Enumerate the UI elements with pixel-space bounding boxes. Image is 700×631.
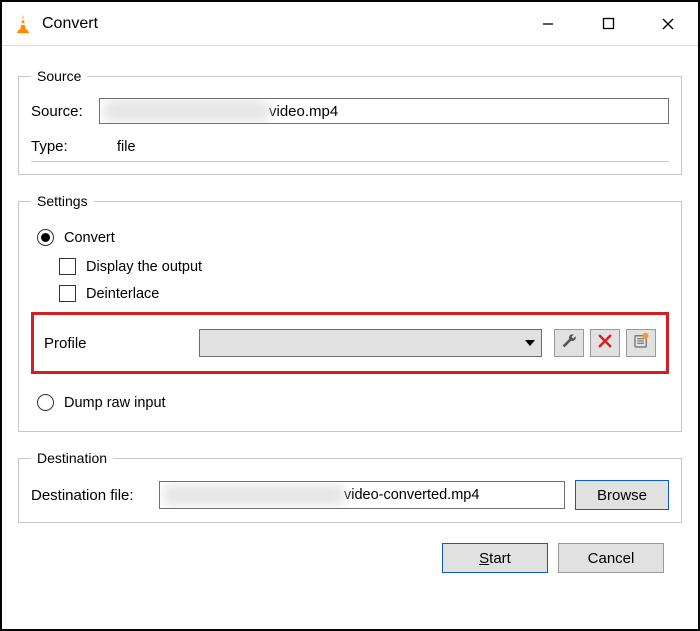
vlc-cone-icon [12,13,34,35]
destination-file-label: Destination file: [31,487,159,504]
edit-profile-button[interactable] [554,329,584,357]
wrench-icon [560,332,578,354]
checkbox-icon [59,285,76,302]
dump-raw-label: Dump raw input [64,395,166,411]
source-path-value: video.mp4 [269,103,338,120]
dump-raw-radio[interactable]: Dump raw input [37,394,669,411]
source-group: Source Source: video.mp4 Type: file [18,68,682,175]
window-title: Convert [42,15,518,33]
x-icon [596,332,614,354]
deinterlace-label: Deinterlace [86,286,159,302]
browse-button-label: Browse [597,487,647,504]
destination-legend: Destination [31,450,113,466]
radio-icon [37,229,54,246]
titlebar: Convert [2,2,698,46]
source-path-field[interactable]: video.mp4 [99,98,669,124]
display-output-checkbox[interactable]: Display the output [59,258,669,275]
browse-button[interactable]: Browse [575,480,669,510]
start-button-label: Start [479,550,511,567]
settings-group: Settings Convert Display the output Dein… [18,193,682,432]
profile-highlight-box: Profile [31,312,669,374]
maximize-button[interactable] [578,2,638,45]
display-output-label: Display the output [86,259,202,275]
close-button[interactable] [638,2,698,45]
delete-profile-button[interactable] [590,329,620,357]
destination-group: Destination Destination file: video-conv… [18,450,682,523]
convert-radio-label: Convert [64,230,115,246]
checkbox-icon [59,258,76,275]
dialog-footer: Start Cancel [18,541,682,573]
cancel-button[interactable]: Cancel [558,543,664,573]
deinterlace-checkbox[interactable]: Deinterlace [59,285,669,302]
new-profile-button[interactable] [626,329,656,357]
minimize-button[interactable] [518,2,578,45]
source-legend: Source [31,68,87,84]
radio-icon [37,394,54,411]
source-path-label: Source: [31,103,99,120]
start-button[interactable]: Start [442,543,548,573]
profile-dropdown[interactable] [199,329,542,357]
source-type-label: Type: [31,138,99,155]
new-profile-icon [632,332,650,354]
destination-file-field[interactable]: video-converted.mp4 [159,481,565,509]
settings-legend: Settings [31,193,94,209]
cancel-button-label: Cancel [588,550,635,567]
source-type-value: file [117,139,136,155]
profile-label: Profile [44,335,199,352]
convert-radio[interactable]: Convert [37,229,669,246]
chevron-down-icon [525,340,535,346]
destination-file-value: video-converted.mp4 [344,487,479,503]
